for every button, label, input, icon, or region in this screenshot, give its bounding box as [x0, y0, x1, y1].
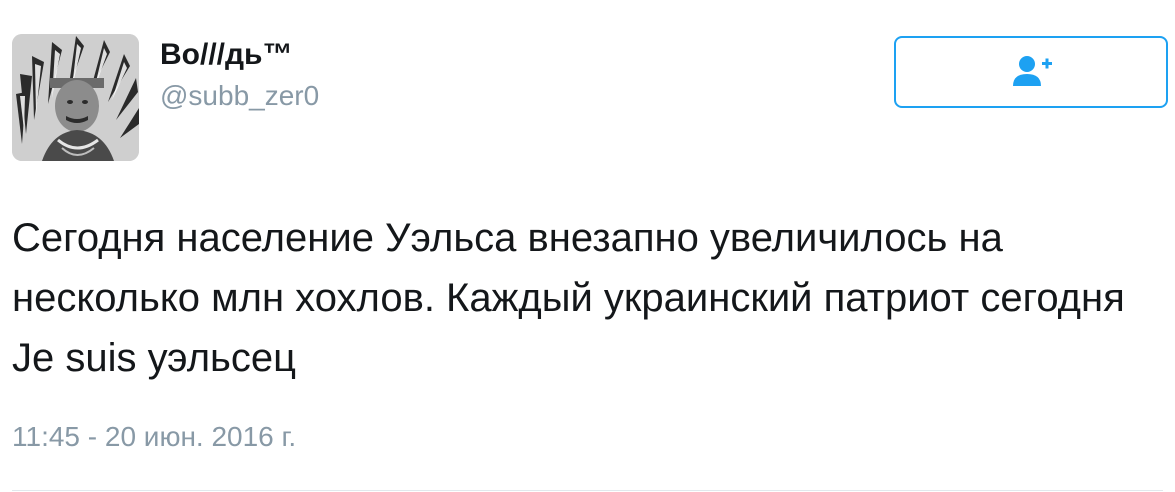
- user-handle[interactable]: @subb_zer0: [160, 80, 319, 112]
- avatar-image: [12, 34, 139, 161]
- divider: [12, 490, 1163, 491]
- tweet-text: Сегодня население Уэльса внезапно увелич…: [12, 216, 1125, 380]
- display-name[interactable]: Во///дь™: [160, 38, 292, 72]
- avatar[interactable]: [12, 34, 139, 161]
- add-user-icon: [1013, 56, 1052, 86]
- tweet-timestamp[interactable]: 11:45 - 20 июн. 2016 г.: [12, 420, 296, 454]
- follow-button[interactable]: [894, 36, 1168, 108]
- tweet-card: Во///дь™ @subb_zer0 Сегодня население Уэ…: [0, 0, 1175, 492]
